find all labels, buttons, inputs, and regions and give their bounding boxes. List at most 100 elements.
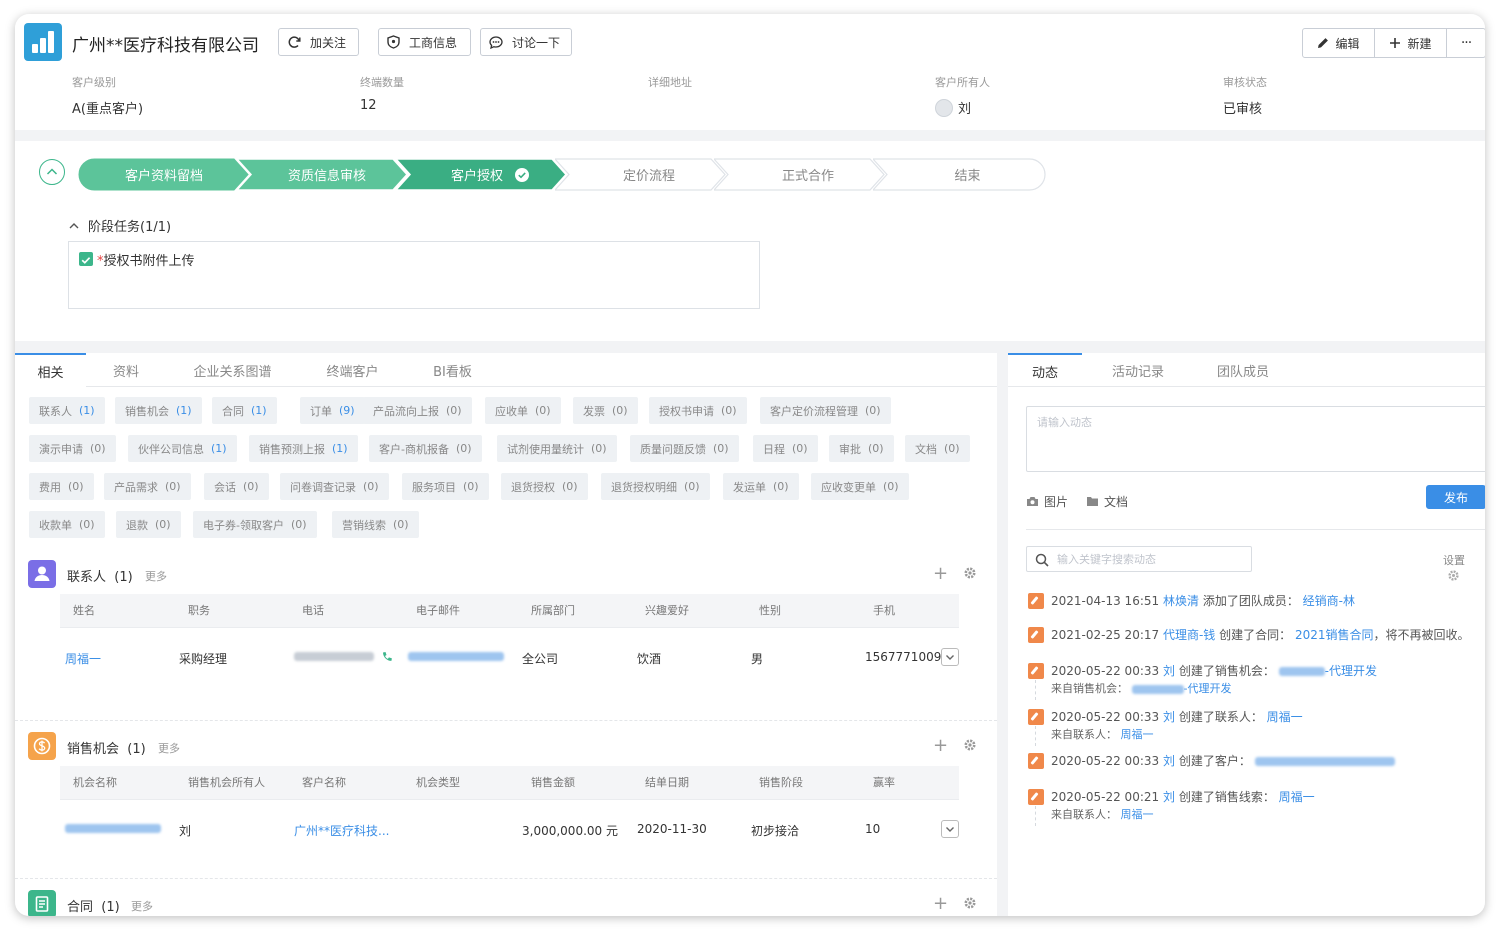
- related-chip[interactable]: 退货授权明细 (0): [601, 473, 710, 500]
- task-checkbox[interactable]: [79, 252, 93, 266]
- related-chip[interactable]: 退货授权 (0): [501, 473, 588, 500]
- add-contact-button[interactable]: +: [933, 565, 948, 583]
- discuss-button[interactable]: 讨论一下: [480, 28, 572, 56]
- edit-note-icon: [1028, 709, 1044, 725]
- add-opportunity-button[interactable]: +: [933, 737, 948, 755]
- related-chip[interactable]: 电子券-领取客户 (0): [193, 511, 317, 538]
- feed-search-input[interactable]: 输入关键字搜索动态: [1026, 546, 1252, 572]
- feed-actor-link[interactable]: 代理商-钱: [1163, 628, 1215, 642]
- related-chip[interactable]: 文档 (0): [905, 435, 970, 462]
- contact-name-link[interactable]: 周福一: [65, 650, 101, 667]
- row-actions-dropdown[interactable]: [941, 820, 959, 838]
- related-chip[interactable]: 营销线索 (0): [332, 511, 419, 538]
- stage-step-archive[interactable]: 客户资料留档: [78, 158, 250, 191]
- feed-target-link[interactable]: -代理开发: [1278, 664, 1377, 678]
- related-chip[interactable]: 日程 (0): [753, 435, 818, 462]
- tab-terminal-customers[interactable]: 终端客户: [305, 353, 400, 387]
- feed-target-link[interactable]: [1254, 754, 1395, 768]
- tab-profile[interactable]: 资料: [86, 353, 166, 387]
- related-chip[interactable]: 应收变更单 (0): [811, 473, 909, 500]
- stage-tasks-toggle[interactable]: 阶段任务(1/1): [69, 216, 171, 235]
- info-value[interactable]: 刘: [958, 98, 971, 117]
- follow-button[interactable]: 加关注: [278, 28, 359, 56]
- feed-composer-input[interactable]: 请输入动态: [1026, 406, 1485, 472]
- collapse-stage-button[interactable]: [39, 159, 65, 185]
- section-divider: [15, 878, 997, 879]
- related-chip[interactable]: 服务项目 (0): [402, 473, 489, 500]
- opportunity-stage: 初步接洽: [751, 824, 800, 838]
- related-chip[interactable]: 订单 (9): [300, 397, 365, 424]
- feed-actor-link[interactable]: 刘: [1163, 664, 1175, 678]
- gear-icon[interactable]: [963, 896, 977, 910]
- gear-icon[interactable]: [963, 566, 977, 580]
- attach-image-button[interactable]: 图片: [1026, 493, 1068, 510]
- tab-activity-log[interactable]: 活动记录: [1101, 353, 1175, 387]
- related-chip[interactable]: 客户定价流程管理 (0): [760, 397, 891, 424]
- feed-target-link[interactable]: 2021销售合同: [1295, 628, 1374, 642]
- tab-bi-board[interactable]: BI看板: [415, 353, 490, 387]
- add-contract-button[interactable]: +: [933, 895, 948, 913]
- feed-sub-link[interactable]: -代理开发: [1131, 682, 1231, 695]
- section-divider: [15, 720, 997, 721]
- related-chip[interactable]: 产品需求 (0): [104, 473, 191, 500]
- related-chip[interactable]: 发运单 (0): [723, 473, 799, 500]
- contacts-more-link[interactable]: 更多: [145, 568, 167, 584]
- related-chip[interactable]: 销售机会 (1): [115, 397, 202, 424]
- related-chip[interactable]: 审批 (0): [829, 435, 894, 462]
- related-chip[interactable]: 费用 (0): [29, 473, 94, 500]
- new-button[interactable]: 新建: [1375, 29, 1447, 57]
- stage-step-end[interactable]: 结束: [873, 158, 1046, 191]
- edit-button[interactable]: 编辑: [1303, 29, 1375, 57]
- edit-note-icon: [1028, 663, 1044, 679]
- opportunity-name-link[interactable]: [65, 821, 161, 835]
- related-chip[interactable]: 发票 (0): [573, 397, 638, 424]
- tab-related[interactable]: 相关: [15, 353, 86, 387]
- opportunity-customer-link[interactable]: 广州**医疗科技...: [294, 822, 389, 839]
- attach-document-button[interactable]: 文档: [1086, 493, 1128, 510]
- tab-relationship-graph[interactable]: 企业关系图谱: [175, 353, 290, 387]
- related-chip[interactable]: 应收单 (0): [485, 397, 561, 424]
- header-action-group: 编辑 新建 ···: [1302, 28, 1485, 58]
- stage-step-qualification[interactable]: 资质信息审核: [237, 158, 409, 191]
- related-chip[interactable]: 退款 (0): [116, 511, 181, 538]
- related-chip[interactable]: 收款单 (0): [29, 511, 105, 538]
- related-chip[interactable]: 会话 (0): [204, 473, 269, 500]
- feed-sub-link[interactable]: 周福一: [1121, 728, 1154, 741]
- row-actions-dropdown[interactable]: [941, 648, 959, 666]
- opportunities-more-link[interactable]: 更多: [158, 740, 180, 756]
- related-chip[interactable]: 合同 (1): [212, 397, 277, 424]
- feed-actor-link[interactable]: 刘: [1163, 790, 1175, 804]
- related-chip[interactable]: 试剂使用量统计 (0): [497, 435, 617, 462]
- related-chip[interactable]: 产品流向上报 (0): [363, 397, 472, 424]
- phone-icon[interactable]: [381, 651, 393, 663]
- feed-actor-link[interactable]: 林焕清: [1163, 594, 1199, 608]
- related-chip[interactable]: 问卷调查记录 (0): [280, 473, 389, 500]
- business-info-button[interactable]: 工商信息: [378, 28, 471, 56]
- feed-settings-button[interactable]: 设置: [1443, 552, 1485, 582]
- related-chip[interactable]: 联系人 (1): [29, 397, 105, 424]
- stage-step-cooperation[interactable]: 正式合作: [714, 158, 886, 191]
- related-chip[interactable]: 质量问题反馈 (0): [630, 435, 739, 462]
- related-chip[interactable]: 演示申请 (0): [29, 435, 116, 462]
- more-actions-button[interactable]: ···: [1447, 29, 1485, 57]
- contracts-more-link[interactable]: 更多: [131, 898, 153, 914]
- contact-email[interactable]: [408, 649, 504, 663]
- feed-sub-link[interactable]: 周福一: [1121, 808, 1154, 821]
- tab-team-members[interactable]: 团队成员: [1206, 353, 1280, 387]
- stage-step-pricing[interactable]: 定价流程: [555, 158, 727, 191]
- gear-icon[interactable]: [963, 738, 977, 752]
- related-chip[interactable]: 授权书申请 (0): [649, 397, 747, 424]
- related-chip[interactable]: 客户-商机报备 (0): [369, 435, 482, 462]
- stage-step-authorization[interactable]: 客户授权: [396, 158, 568, 191]
- related-chip[interactable]: 销售预测上报 (1): [249, 435, 358, 462]
- feed-target-link[interactable]: 周福一: [1267, 710, 1303, 724]
- related-chip[interactable]: 伙伴公司信息 (1): [128, 435, 237, 462]
- opportunities-title: 销售机会 (1): [67, 742, 146, 757]
- feed-actor-link[interactable]: 刘: [1163, 754, 1175, 768]
- tab-feed[interactable]: 动态: [1008, 353, 1082, 387]
- feed-actor-link[interactable]: 刘: [1163, 710, 1175, 724]
- feed-target-link[interactable]: 周福一: [1279, 790, 1315, 804]
- opportunity-owner[interactable]: 刘: [179, 822, 191, 839]
- publish-button[interactable]: 发布: [1426, 485, 1485, 509]
- feed-target-link[interactable]: 经销商-林: [1303, 594, 1355, 608]
